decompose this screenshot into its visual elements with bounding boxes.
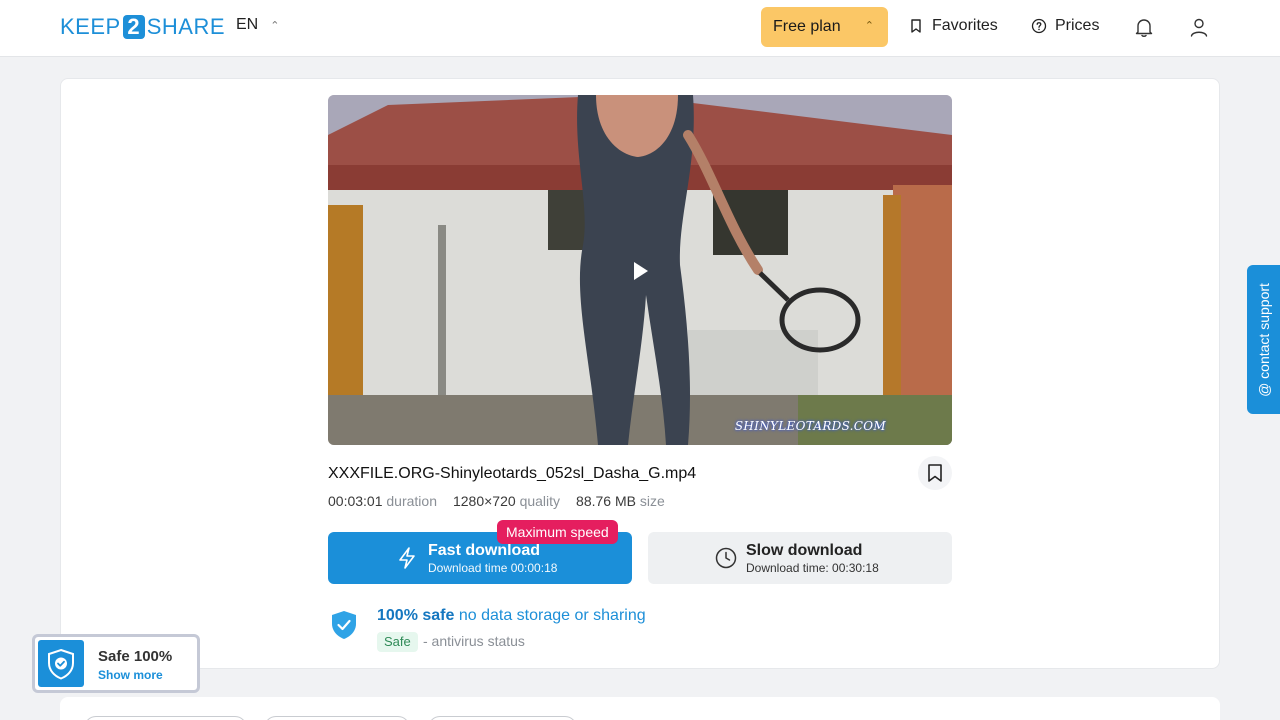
favorites-link[interactable]: Favorites — [908, 17, 998, 35]
prices-link[interactable]: Prices — [1031, 17, 1099, 35]
notifications-button[interactable] — [1131, 14, 1157, 40]
quality-value: 1280×720 — [452, 493, 516, 509]
favorites-label: Favorites — [932, 17, 998, 34]
language-selector[interactable]: EN ⌃ — [236, 16, 279, 34]
quality-label: quality — [519, 493, 561, 509]
slow-download-time: Download time: 00:30:18 — [746, 561, 879, 575]
shield-icon — [38, 640, 84, 687]
free-plan-button[interactable]: Free plan ⌃ — [761, 7, 888, 47]
logo-text-right: SHARE — [146, 14, 225, 39]
max-speed-badge: Maximum speed — [497, 520, 618, 544]
fast-download-title: Fast download — [428, 542, 540, 559]
show-more-link[interactable]: Show more — [98, 668, 163, 682]
antivirus-badge: Safe — [377, 632, 418, 652]
contact-support-label: @ contact support — [1255, 282, 1272, 397]
add-to-favorites-button[interactable] — [918, 456, 952, 490]
logo-number: 2 — [122, 15, 145, 39]
video-preview[interactable]: SHINYLEOTARDS.COM — [328, 95, 952, 445]
safety-headline-bold: 100% safe — [377, 607, 455, 624]
video-watermark: SHINYLEOTARDS.COM — [734, 419, 886, 433]
shield-check-icon — [332, 611, 356, 639]
meta-duration: 00:03:01 duration — [328, 493, 437, 509]
top-header: KEEP 2 SHARE EN ⌃ Free plan ⌃ Favorites … — [0, 0, 1280, 57]
duration-value: 00:03:01 — [328, 493, 383, 509]
help-circle-icon — [1031, 18, 1047, 34]
slow-download-title: Slow download — [746, 542, 863, 559]
fast-download-time: Download time 00:00:18 — [428, 561, 558, 575]
meta-quality: 1280×720 quality — [453, 493, 560, 509]
prices-label: Prices — [1055, 17, 1100, 34]
file-name: XXXFILE.ORG-Shinyleotards_052sl_Dasha_G.… — [328, 465, 697, 482]
contact-support-tab[interactable]: @ contact support — [1247, 265, 1280, 414]
free-plan-label: Free plan — [773, 18, 841, 35]
clock-icon — [715, 547, 737, 569]
chevron-up-icon: ⌃ — [270, 19, 280, 32]
duration-label: duration — [386, 493, 437, 509]
slow-download-button[interactable]: Slow download Download time: 00:30:18 — [648, 532, 952, 584]
file-meta: 00:03:01 duration 1280×720 quality 88.76… — [328, 493, 665, 509]
tab-pill[interactable] — [84, 716, 247, 720]
safe-widget-title: Safe 100% — [98, 648, 173, 665]
safe-widget[interactable]: Safe 100% Show more — [32, 634, 200, 693]
play-icon[interactable] — [628, 259, 652, 283]
size-label: size — [639, 493, 665, 509]
tab-pill[interactable] — [264, 716, 410, 720]
tab-pill[interactable] — [428, 716, 577, 720]
account-button[interactable] — [1186, 14, 1212, 40]
antivirus-status: - antivirus status — [423, 633, 525, 649]
safety-headline: 100% safe no data storage or sharing — [377, 607, 646, 625]
safety-headline-rest: no data storage or sharing — [454, 607, 646, 624]
size-value: 88.76 MB — [576, 493, 636, 509]
bookmark-icon — [911, 19, 921, 33]
bell-icon — [1135, 19, 1153, 37]
language-label: EN — [236, 16, 259, 33]
user-icon — [1190, 18, 1208, 37]
lightning-icon — [399, 547, 415, 569]
bookmark-icon — [928, 464, 942, 482]
chevron-up-icon: ⌃ — [864, 20, 874, 32]
keep2share-logo[interactable]: KEEP 2 SHARE — [60, 14, 225, 40]
meta-size: 88.76 MB size — [576, 493, 665, 509]
logo-text-left: KEEP — [60, 14, 121, 39]
